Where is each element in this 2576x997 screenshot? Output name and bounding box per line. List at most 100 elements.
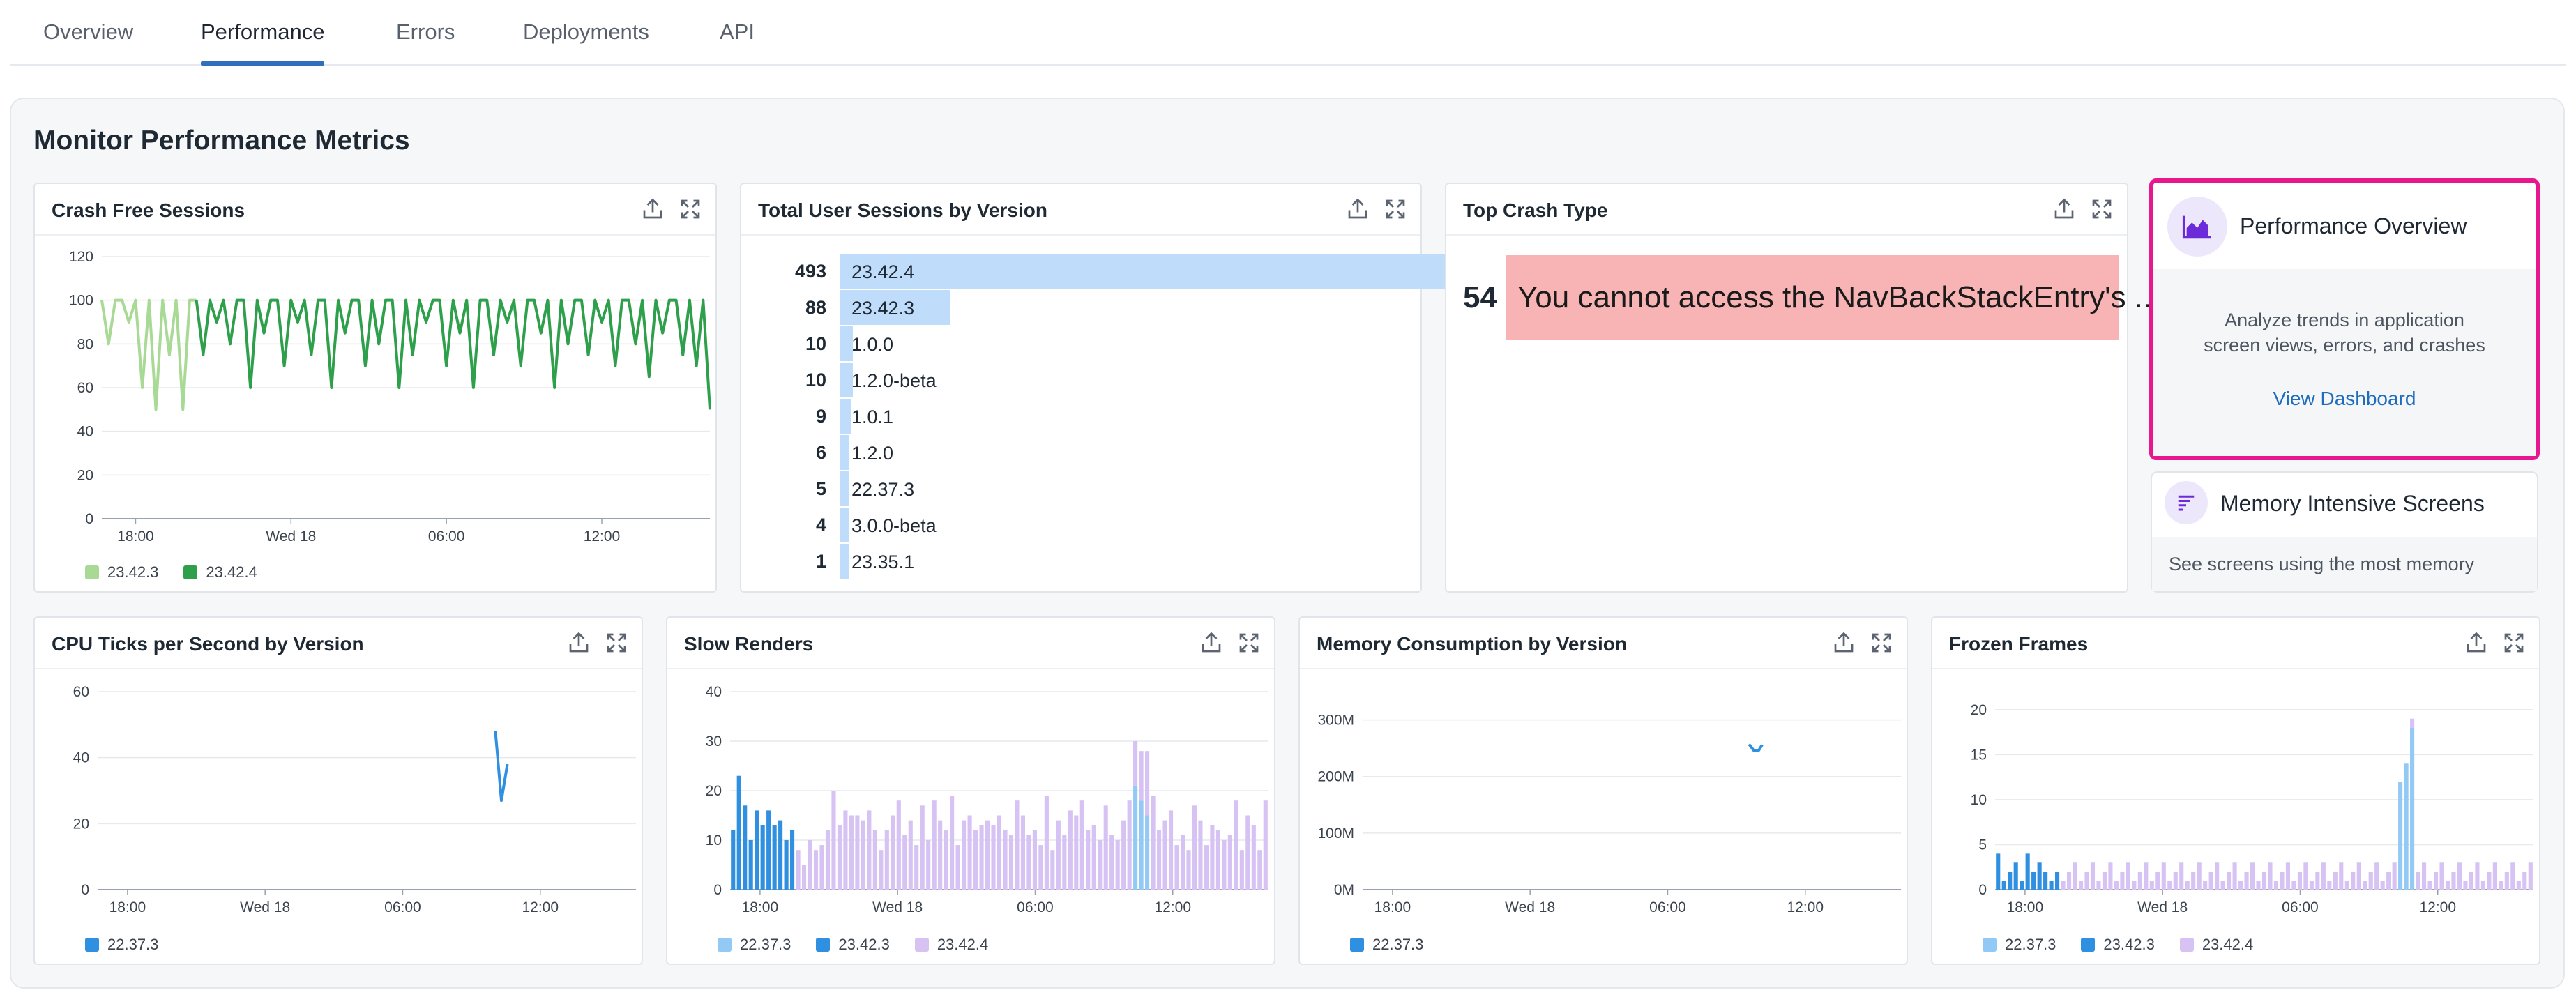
bar-23.42.4 bbox=[1026, 835, 1031, 890]
bar-23.42.4 bbox=[2167, 881, 2172, 890]
version-label: 1.0.1 bbox=[851, 406, 894, 427]
tab-overview[interactable]: Overview bbox=[43, 20, 133, 64]
version-bar-row[interactable]: 5 22.37.3 bbox=[751, 471, 1420, 506]
legend-item[interactable]: 23.42.4 bbox=[183, 563, 257, 581]
memory-consumption-card: Memory Consumption by Version 0M 100M 200M… bbox=[1298, 616, 1908, 965]
y-tick-label: 40 bbox=[706, 684, 722, 700]
legend-item[interactable]: 22.37.3 bbox=[1983, 936, 2056, 954]
bar-23.42.3 bbox=[743, 805, 748, 890]
bar-23.42.4 bbox=[2528, 862, 2533, 890]
version-bar-row[interactable]: 6 1.2.0 bbox=[751, 435, 1420, 470]
y-tick-label: 20 bbox=[73, 816, 89, 832]
bar-23.42.4 bbox=[2161, 862, 2166, 890]
y-tick-label: 40 bbox=[73, 750, 89, 766]
legend-item[interactable]: 22.37.3 bbox=[85, 936, 158, 954]
promo-body: Analyze trends in application screen vie… bbox=[2153, 269, 2536, 456]
chart-legend: 22.37.3 23.42.3 23.42.4 bbox=[1983, 936, 2278, 954]
expand-icon[interactable] bbox=[1383, 197, 1408, 222]
bar-23.42.4 bbox=[944, 830, 948, 890]
y-tick-label: 40 bbox=[77, 424, 93, 440]
crash-type-bar[interactable]: You cannot access the NavBackStackEntry'… bbox=[1506, 255, 2160, 340]
x-tick-label: 12:00 bbox=[1787, 899, 1824, 915]
bar-23.42.4 bbox=[2126, 862, 2130, 890]
bar-23.42.4 bbox=[2297, 872, 2302, 890]
bar-23.42.3 bbox=[760, 825, 765, 890]
x-tick-label: 06:00 bbox=[2282, 899, 2319, 915]
bar-23.42.4 bbox=[813, 850, 819, 890]
export-icon[interactable] bbox=[1345, 197, 1370, 222]
export-icon[interactable] bbox=[2052, 197, 2077, 222]
bar-23.42.4 bbox=[2480, 881, 2485, 890]
tab-bar: Overview Performance Errors Deployments … bbox=[10, 0, 2566, 66]
legend-item[interactable]: 23.42.4 bbox=[914, 936, 988, 954]
legend-item[interactable]: 23.42.4 bbox=[2179, 936, 2253, 954]
version-bar-row[interactable]: 1 23.35.1 bbox=[751, 544, 1420, 579]
legend-item[interactable]: 23.42.3 bbox=[2081, 936, 2155, 954]
bar-23.42.4 bbox=[2516, 881, 2521, 890]
version-bar-row[interactable]: 9 1.0.1 bbox=[751, 399, 1420, 434]
bar-23.42.4 bbox=[2492, 862, 2497, 890]
session-count: 4 bbox=[815, 515, 826, 535]
bar-23.42.4 bbox=[2220, 881, 2225, 890]
bar-23.42.4 bbox=[837, 825, 842, 890]
bar-23.42.4 bbox=[2327, 881, 2332, 890]
version-label: 23.42.3 bbox=[851, 298, 915, 319]
bar-23.42.4 bbox=[1174, 845, 1179, 890]
bar-23.42.4 bbox=[1234, 800, 1238, 890]
bar-23.42.4 bbox=[1210, 825, 1215, 890]
bar-23.42.4 bbox=[819, 845, 824, 890]
bar-23.42.4 bbox=[808, 840, 812, 890]
bar-23.42.4 bbox=[1257, 850, 1262, 890]
series-line-22.37.3 bbox=[494, 731, 509, 802]
legend-item[interactable]: 23.42.3 bbox=[85, 563, 158, 581]
x-tick-label: 12:00 bbox=[2419, 899, 2456, 915]
legend-item[interactable]: 23.42.3 bbox=[816, 936, 890, 954]
legend-item[interactable]: 22.37.3 bbox=[718, 936, 791, 954]
bar-23.42.4 bbox=[2427, 881, 2432, 890]
bar-23.42.4 bbox=[2451, 872, 2456, 890]
version-bar-row[interactable]: 493 23.42.4 bbox=[751, 254, 1455, 289]
version-bar-row[interactable]: 88 23.42.3 bbox=[751, 290, 1420, 325]
legend-swatch bbox=[1350, 938, 1364, 952]
bar-23.42.4 bbox=[2061, 881, 2066, 890]
x-tick-label: Wed 18 bbox=[240, 899, 290, 915]
bar-23.42.4 bbox=[861, 820, 865, 890]
bar-23.42.4 bbox=[2433, 872, 2439, 890]
bar-23.42.4 bbox=[1139, 751, 1144, 801]
tab-deployments[interactable]: Deployments bbox=[523, 20, 649, 64]
bar-23.42.3 bbox=[778, 820, 783, 890]
bar-22.37.3 bbox=[1133, 785, 1138, 890]
tab-errors[interactable]: Errors bbox=[396, 20, 455, 64]
card-header: Total User Sessions by Version bbox=[741, 184, 1420, 236]
crash-free-sessions-chart: 0 20 40 60 80 100 120 18:00 Wed 18 06:00 12:00 bbox=[69, 249, 711, 545]
bar-23.42.4 bbox=[1062, 835, 1067, 890]
version-bar-row[interactable]: 4 3.0.0-beta bbox=[751, 508, 1420, 542]
x-tick-label: 12:00 bbox=[584, 528, 621, 545]
bar-23.42.4 bbox=[1103, 805, 1108, 890]
x-tick-label: 06:00 bbox=[1649, 899, 1686, 915]
bar-23.42.4 bbox=[950, 796, 955, 890]
bar-23.42.4 bbox=[1180, 835, 1185, 890]
y-tick-label: 10 bbox=[1971, 792, 1987, 808]
view-dashboard-link[interactable]: View Dashboard bbox=[2153, 388, 2536, 410]
bar-23.42.4 bbox=[1068, 810, 1073, 890]
expand-icon[interactable] bbox=[2089, 197, 2114, 222]
version-bar-row[interactable]: 10 1.0.0 bbox=[751, 326, 1420, 361]
slow-renders-chart: 0 10 20 30 40 18:00 Wed 18 06:00 12:00 bbox=[706, 684, 1268, 915]
tab-performance[interactable]: Performance bbox=[201, 20, 325, 66]
bar-23.42.4 bbox=[801, 865, 807, 890]
legend-label: 22.37.3 bbox=[1372, 936, 1424, 953]
memory-intensive-screens-card[interactable]: Memory Intensive Screens See screens usi… bbox=[2151, 471, 2538, 593]
cpu-ticks-card: CPU Ticks per Second by Version 0 20 40 60 1… bbox=[33, 616, 643, 965]
x-tick-label: 06:00 bbox=[384, 899, 421, 915]
bar-23.42.4 bbox=[1008, 835, 1014, 890]
bar-23.42.4 bbox=[2090, 862, 2096, 890]
version-label: 1.2.0 bbox=[851, 443, 894, 464]
bar-23.42.4 bbox=[2445, 881, 2450, 890]
session-count: 10 bbox=[805, 333, 826, 354]
chart-legend: 22.37.3 23.42.3 23.42.4 bbox=[718, 936, 1013, 954]
bar-23.42.4 bbox=[1145, 751, 1150, 816]
version-bar-row[interactable]: 10 1.2.0-beta bbox=[751, 363, 1420, 397]
tab-api[interactable]: API bbox=[720, 20, 755, 64]
legend-item[interactable]: 22.37.3 bbox=[1350, 936, 1423, 954]
